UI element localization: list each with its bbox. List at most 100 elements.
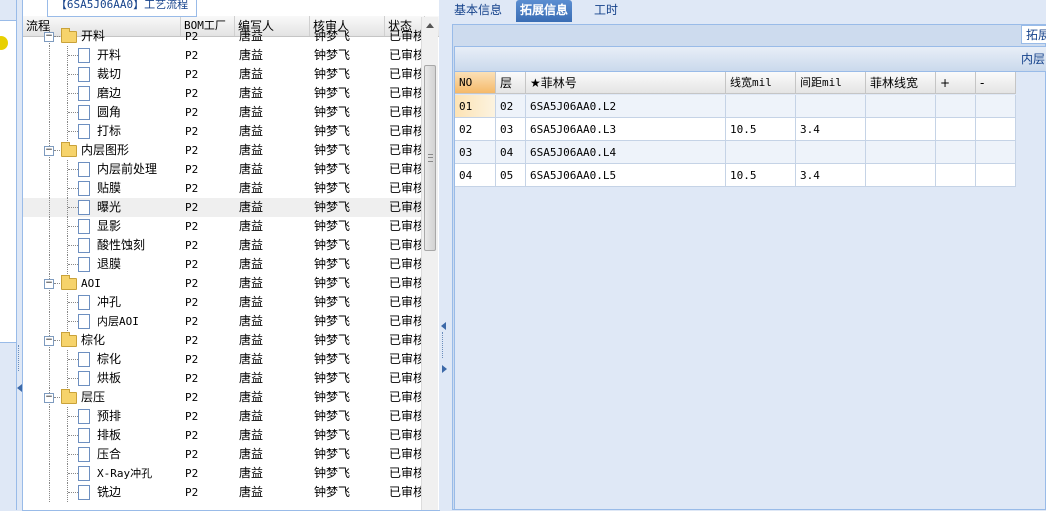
grid-cell-minus[interactable] [976, 164, 1016, 187]
tree-group-row[interactable]: − 层压 P2 唐益 钟梦飞 已审核 [23, 388, 421, 407]
tree-step-name: 贴膜 [97, 181, 122, 195]
tree-step-name: 开料 [97, 48, 122, 62]
tree-connector [68, 359, 78, 360]
tree-row[interactable]: 圆角 P2 唐益 钟梦飞 已审核 [23, 103, 421, 122]
grid-cell-line-width[interactable] [726, 141, 796, 164]
tree-row[interactable]: 棕化 P2 唐益 钟梦飞 已审核 [23, 350, 421, 369]
grid-header-plus[interactable]: + [936, 72, 976, 94]
grid-header-minus[interactable]: - [976, 72, 1016, 94]
tree-author: 唐益 [239, 200, 264, 214]
grid-cell-film-width[interactable] [866, 141, 936, 164]
tree-step-name: 显影 [97, 219, 122, 233]
grid-cell-plus[interactable] [936, 118, 976, 141]
grid-cell-spacing[interactable]: 3.4 [796, 164, 866, 187]
collapse-tree-arrow-icon[interactable] [441, 322, 446, 330]
grid-cell-plus[interactable] [936, 95, 976, 118]
tree-group-row[interactable]: − 棕化 P2 唐益 钟梦飞 已审核 [23, 331, 421, 350]
grid-cell-line-width[interactable]: 10.5 [726, 118, 796, 141]
middle-splitter[interactable] [439, 0, 448, 510]
grid-header-spacing[interactable]: 间距mil [796, 72, 866, 94]
grid-cell-line-width[interactable] [726, 95, 796, 118]
tree-vertical-scrollbar[interactable] [421, 17, 438, 510]
subtab-extension[interactable]: 拓展 [1021, 25, 1046, 44]
grid-header-film-no[interactable]: ★菲林号 [526, 72, 726, 94]
tree-reviewer: 钟梦飞 [314, 200, 351, 214]
grid-cell-spacing[interactable] [796, 141, 866, 164]
tree-connector [54, 397, 60, 398]
grid-header-no[interactable]: NO [455, 72, 496, 94]
tree-row[interactable]: 曝光 P2 唐益 钟梦飞 已审核 [23, 198, 421, 217]
tree-row[interactable]: 铣边 P2 唐益 钟梦飞 已审核 [23, 483, 421, 502]
grid-header-layer[interactable]: 层 [496, 72, 526, 94]
tree-status: 已审核 [389, 314, 421, 328]
document-icon [78, 67, 90, 82]
tree-connector [49, 236, 50, 255]
expand-right-arrow-icon[interactable] [442, 365, 447, 373]
grid-cell-film-no[interactable]: 6SA5J06AA0.L2 [526, 95, 726, 118]
grid-cell-film-no[interactable]: 6SA5J06AA0.L4 [526, 141, 726, 164]
grid-cell-minus[interactable] [976, 95, 1016, 118]
grid-cell-film-width[interactable] [866, 95, 936, 118]
grid-cell-film-width[interactable] [866, 164, 936, 187]
inner-layer-grid-panel: 内层 NO 层 ★菲林号 线宽mil 间距mil 菲林线宽 + - 01 02 6SA5J06AA… [454, 46, 1046, 510]
tree-row[interactable]: 退膜 P2 唐益 钟梦飞 已审核 [23, 255, 421, 274]
tree-row[interactable]: 酸性蚀刻 P2 唐益 钟梦飞 已审核 [23, 236, 421, 255]
tree-row[interactable]: 预排 P2 唐益 钟梦飞 已审核 [23, 407, 421, 426]
tree-row[interactable]: 烘板 P2 唐益 钟梦飞 已审核 [23, 369, 421, 388]
tree-reviewer: 钟梦飞 [314, 371, 351, 385]
document-icon [78, 181, 90, 196]
panel-title-tab[interactable]: 【6SA5J06AA0】工艺流程 [47, 0, 197, 17]
grid-cell-film-width[interactable] [866, 118, 936, 141]
grid-cell-plus[interactable] [936, 141, 976, 164]
tree-status: 已审核 [389, 428, 421, 442]
collapse-toggle-icon[interactable]: − [44, 393, 54, 403]
grid-cell-spacing[interactable] [796, 95, 866, 118]
tree-author: 唐益 [239, 124, 264, 138]
grid-cell-line-width[interactable]: 10.5 [726, 164, 796, 187]
collapse-toggle-icon[interactable]: − [44, 146, 54, 156]
tree-row[interactable]: 显影 P2 唐益 钟梦飞 已审核 [23, 217, 421, 236]
tree-row[interactable]: 压合 P2 唐益 钟梦飞 已审核 [23, 445, 421, 464]
collapse-toggle-icon[interactable]: − [44, 279, 54, 289]
tree-row[interactable]: X-Ray冲孔 P2 唐益 钟梦飞 已审核 [23, 464, 421, 483]
grid-header-film-width[interactable]: 菲林线宽 [866, 72, 936, 94]
tree-row[interactable]: 开料 P2 唐益 钟梦飞 已审核 [23, 46, 421, 65]
grid-cell-spacing[interactable]: 3.4 [796, 118, 866, 141]
tree-row[interactable]: 排板 P2 唐益 钟梦飞 已审核 [23, 426, 421, 445]
grid-cell-minus[interactable] [976, 141, 1016, 164]
tree-connector [49, 445, 50, 464]
tree-row[interactable]: 内层前处理 P2 唐益 钟梦飞 已审核 [23, 160, 421, 179]
grid-cell-no: 01 [455, 95, 496, 118]
tab-extended-info[interactable]: 拓展信息 [516, 0, 573, 22]
grid-cell-film-no[interactable]: 6SA5J06AA0.L3 [526, 118, 726, 141]
tree-step-name: 曝光 [97, 200, 122, 214]
grid-cell-layer: 04 [496, 141, 526, 164]
tab-basic-info[interactable]: 基本信息 [450, 0, 506, 22]
tree-row[interactable]: 贴膜 P2 唐益 钟梦飞 已审核 [23, 179, 421, 198]
tree-bom-factory: P2 [185, 467, 199, 480]
tree-connector [68, 131, 78, 132]
document-icon [78, 371, 90, 386]
tree-row[interactable]: 打标 P2 唐益 钟梦飞 已审核 [23, 122, 421, 141]
tree-step-name: AOI [81, 277, 101, 290]
grid-cell-film-no[interactable]: 6SA5J06AA0.L5 [526, 164, 726, 187]
tree-group-row[interactable]: − 内层图形 P2 唐益 钟梦飞 已审核 [23, 141, 421, 160]
tree-row[interactable]: 内层AOI P2 唐益 钟梦飞 已审核 [23, 312, 421, 331]
grid-cell-minus[interactable] [976, 118, 1016, 141]
tree-group-row[interactable]: − 开料 P2 唐益 钟梦飞 已审核 [23, 27, 421, 46]
collapse-toggle-icon[interactable]: − [44, 32, 54, 42]
grid-cell-plus[interactable] [936, 164, 976, 187]
tree-connector [49, 312, 50, 331]
tree-row[interactable]: 磨边 P2 唐益 钟梦飞 已审核 [23, 84, 421, 103]
collapse-toggle-icon[interactable]: − [44, 336, 54, 346]
scroll-up-arrow-icon[interactable] [426, 23, 434, 28]
tab-work-hours[interactable]: 工时 [590, 0, 622, 22]
tree-group-row[interactable]: − AOI P2 唐益 钟梦飞 已审核 [23, 274, 421, 293]
tree-row[interactable]: 裁切 P2 唐益 钟梦飞 已审核 [23, 65, 421, 84]
tree-author: 唐益 [239, 86, 264, 100]
status-dot-icon [0, 36, 8, 50]
grid-header-line-width[interactable]: 线宽mil [726, 72, 796, 94]
scrollbar-thumb[interactable] [424, 65, 436, 251]
tree-reviewer: 钟梦飞 [314, 352, 351, 366]
tree-row[interactable]: 冲孔 P2 唐益 钟梦飞 已审核 [23, 293, 421, 312]
